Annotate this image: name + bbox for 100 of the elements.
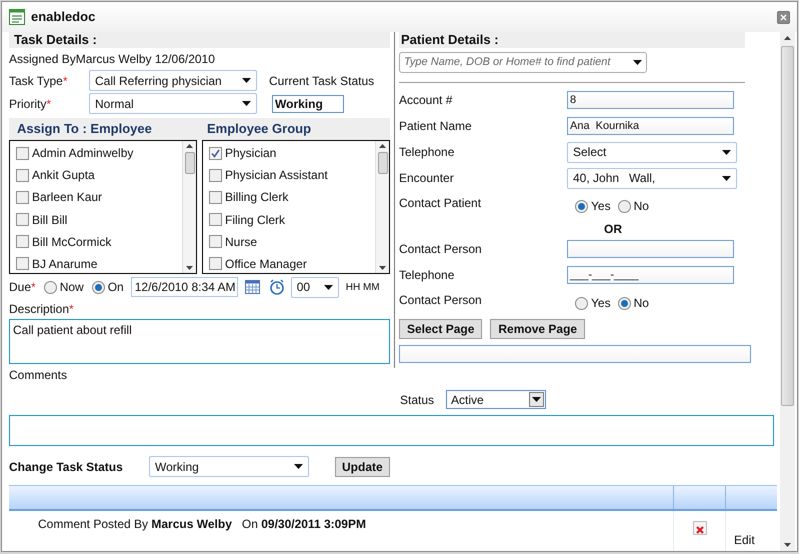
field-label: Comments — [9, 367, 68, 384]
radio-button[interactable] — [618, 200, 631, 212]
caret-icon — [324, 284, 333, 290]
caret-icon — [294, 464, 303, 469]
caret-icon — [242, 78, 251, 83]
dropdown[interactable]: Select — [567, 142, 737, 162]
text-field[interactable]: Ana Kournika — [567, 117, 734, 135]
checkbox[interactable] — [16, 146, 29, 160]
document-icon — [9, 9, 25, 25]
calendar-icon[interactable] — [244, 280, 260, 294]
patient-search-field[interactable]: Type Name, DOB or Home# to find patient — [399, 52, 647, 73]
scrollbar[interactable] — [182, 141, 196, 273]
radio-button[interactable] — [618, 296, 631, 310]
checkbox-label: Filing Clerk — [225, 212, 286, 229]
section-header: Task Details : — [9, 32, 390, 48]
field-label: Contact Person — [399, 292, 483, 309]
radio-button[interactable] — [44, 280, 57, 294]
radio-label: No — [634, 295, 649, 312]
dropdown[interactable]: Working — [149, 456, 309, 477]
field-label: Contact Patient — [399, 195, 482, 212]
field-label: Status — [400, 392, 434, 408]
radio-label: On — [108, 279, 124, 296]
checkbox[interactable] — [209, 190, 222, 204]
or-separator: OR — [604, 221, 622, 236]
close-icon — [780, 14, 787, 20]
checkbox-label: BJ Anarume — [32, 256, 98, 273]
field-label: Account # — [399, 92, 454, 109]
scrollbar-thumb[interactable] — [781, 46, 794, 406]
date-field[interactable]: 12/6/2010 8:34 AM — [130, 277, 238, 297]
radio-button[interactable] — [92, 280, 105, 294]
clock-icon[interactable] — [268, 279, 285, 295]
checkbox-label: Physician Assistant — [225, 167, 328, 184]
comments-field[interactable] — [9, 415, 774, 446]
update-button[interactable]: Update — [335, 456, 390, 476]
checkbox-label: Billing Clerk — [225, 189, 288, 206]
up-arrow-icon[interactable] — [379, 144, 386, 148]
checkbox[interactable] — [16, 213, 29, 226]
up-arrow-icon[interactable] — [784, 36, 791, 40]
field-label: Contact Person — [399, 241, 483, 258]
page-field[interactable] — [399, 345, 751, 363]
radio-label: Yes — [591, 198, 611, 215]
checkbox[interactable] — [209, 168, 222, 182]
scrollbar-thumb[interactable] — [184, 152, 194, 174]
checkbox[interactable] — [209, 257, 222, 270]
section-header: Patient Details : — [399, 32, 745, 48]
text-field[interactable]: ___-___-____ — [567, 266, 734, 284]
scrollbar[interactable] — [375, 141, 389, 273]
scrollbar[interactable] — [780, 32, 795, 551]
down-arrow-icon[interactable] — [186, 266, 193, 270]
text-field[interactable]: 8 — [567, 91, 734, 109]
edit-link[interactable]: Edit — [734, 531, 755, 549]
description-field[interactable]: Call patient about refill — [9, 319, 390, 364]
caret-icon — [722, 176, 731, 180]
comment-text: Comment Posted By Marcus Welby On 09/30/2011 3:09PM — [38, 517, 366, 531]
field-label: Description* — [9, 301, 75, 318]
assigned-by-text: Assigned ByMarcus Welby 12/06/2010 — [9, 51, 215, 68]
checkbox[interactable] — [16, 257, 29, 270]
radio-label: Yes — [591, 295, 611, 312]
checkbox-label: Physician — [225, 145, 276, 162]
delete-icon[interactable] — [692, 521, 706, 535]
radio-button[interactable] — [575, 200, 588, 212]
caret-icon — [242, 101, 251, 106]
checkbox[interactable] — [209, 146, 222, 160]
checkbox-label: Nurse — [225, 234, 258, 251]
scrollbar-thumb[interactable] — [378, 152, 388, 174]
up-arrow-icon[interactable] — [186, 144, 193, 148]
checkbox-label: Bill McCormick — [32, 234, 112, 251]
page-button[interactable]: Select Page — [399, 319, 482, 339]
down-arrow-icon[interactable] — [379, 266, 386, 270]
radio-button[interactable] — [575, 296, 588, 310]
field-label: Due* — [9, 279, 36, 296]
caret-icon — [532, 397, 542, 402]
checkbox[interactable] — [16, 190, 29, 204]
checkbox-label: Ankit Gupta — [32, 167, 95, 184]
field-label: Current Task Status — [269, 72, 374, 90]
checkbox[interactable] — [16, 168, 29, 182]
down-arrow-icon[interactable] — [784, 543, 791, 547]
field-label: Change Task Status — [9, 458, 124, 476]
caret-icon — [633, 60, 642, 65]
time-unit-text: HH MM — [346, 280, 380, 294]
dropdown[interactable]: 40, John Wall, — [567, 168, 737, 188]
dropdown[interactable]: 00 — [290, 276, 339, 298]
checkbox[interactable] — [209, 213, 222, 226]
field-label: Telephone — [399, 144, 456, 161]
checkbox[interactable] — [16, 235, 29, 248]
dropdown[interactable]: Normal — [89, 93, 257, 114]
status-dropdown[interactable]: Active — [446, 390, 546, 409]
close-button[interactable] — [777, 10, 790, 24]
field-label: Patient Name — [399, 118, 473, 135]
field-label: Task Type* — [9, 74, 68, 88]
checkbox-label: Bill Bill — [32, 212, 68, 229]
dropdown[interactable]: Call Referring physician — [89, 70, 257, 91]
list-heading: Assign To : Employee — [17, 120, 152, 138]
checkbox-label: Office Manager — [225, 256, 307, 273]
status-field[interactable]: Working — [272, 94, 344, 112]
field-label: Priority* — [9, 96, 52, 110]
radio-label: No — [634, 198, 649, 215]
page-button[interactable]: Remove Page — [490, 319, 586, 339]
text-field[interactable] — [567, 240, 734, 258]
checkbox[interactable] — [209, 235, 222, 248]
